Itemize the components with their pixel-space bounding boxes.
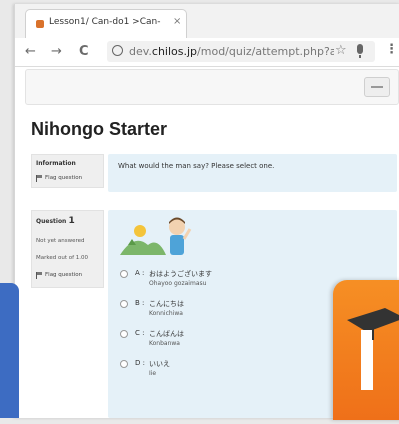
address-bar[interactable]: dev.chilos.jp/mod/quiz/attempt.php?at ☆	[107, 41, 375, 62]
radio-button[interactable]	[120, 270, 128, 278]
flag-question-link[interactable]: Flag question	[45, 272, 82, 278]
radio-button[interactable]	[120, 360, 128, 368]
flag-icon[interactable]	[36, 272, 42, 279]
question-number: 1	[68, 216, 75, 226]
answer-japanese: こんにちは	[149, 300, 184, 308]
mic-icon[interactable]	[357, 44, 363, 58]
answer-option-a[interactable]: A : おはようございます Ohayoo gozaimasu	[120, 268, 290, 292]
info-title: Information	[36, 160, 76, 167]
answer-japanese: おはようございます	[149, 270, 212, 278]
tab-title: Lesson1/ Can-do1 >Can-	[49, 17, 161, 27]
blue-side-panel	[0, 283, 19, 418]
info-icon[interactable]	[112, 45, 123, 56]
url-text: dev.chilos.jp/mod/quiz/attempt.php?at	[129, 45, 334, 58]
nav-toggle-button[interactable]	[364, 77, 390, 97]
url-path: /mod/quiz/attempt.php?at	[197, 45, 334, 58]
favicon-icon	[36, 20, 44, 28]
question-word: Question	[36, 218, 67, 225]
answer-letter: B :	[135, 299, 145, 307]
answer-letter: C :	[135, 329, 145, 337]
site-navbar	[25, 69, 399, 105]
url-prefix: dev.	[129, 45, 152, 58]
tab-close-icon[interactable]: ×	[173, 16, 181, 27]
answer-option-c[interactable]: C : こんばんは Konbanwa	[120, 328, 290, 352]
answer-romaji: Iie	[149, 370, 157, 377]
question-status: Not yet answered	[36, 238, 85, 244]
flag-icon[interactable]	[36, 175, 42, 182]
menu-icon[interactable]: ⋮	[385, 42, 398, 57]
greeting-illustration	[120, 217, 192, 255]
reload-icon[interactable]: C	[79, 44, 89, 59]
answer-option-d[interactable]: D : いいえ Iie	[120, 358, 290, 382]
answer-romaji: Ohayoo gozaimasu	[149, 280, 207, 287]
back-icon[interactable]: ←	[25, 44, 36, 59]
info-content: What would the man say? Please select on…	[108, 154, 397, 192]
question-label: Question 1	[36, 216, 75, 226]
radio-button[interactable]	[120, 300, 128, 308]
forward-icon[interactable]: →	[51, 44, 62, 59]
star-icon[interactable]: ☆	[335, 43, 347, 58]
answer-romaji: Konbanwa	[149, 340, 180, 347]
mortarboard-icon	[347, 308, 399, 390]
info-sidebar: Information Flag question	[31, 154, 104, 188]
answer-romaji: Konnichiwa	[149, 310, 183, 317]
browser-tab[interactable]: Lesson1/ Can-do1 >Can- ×	[25, 9, 187, 39]
question-prompt: What would the man say? Please select on…	[118, 162, 275, 170]
answer-japanese: こんばんは	[149, 330, 184, 338]
tab-strip: Lesson1/ Can-do1 >Can- ×	[15, 4, 399, 39]
flag-question-link[interactable]: Flag question	[45, 175, 82, 181]
moodle-logo	[333, 280, 399, 420]
question-sidebar: Question 1 Not yet answered Marked out o…	[31, 210, 104, 288]
radio-button[interactable]	[120, 330, 128, 338]
answer-japanese: いいえ	[149, 360, 170, 368]
answer-option-b[interactable]: B : こんにちは Konnichiwa	[120, 298, 290, 322]
url-domain: chilos.jp	[151, 45, 198, 58]
page-title: Nihongo Starter	[31, 119, 168, 139]
question-marks: Marked out of 1.00	[36, 255, 89, 261]
browser-toolbar: ← → C dev.chilos.jp/mod/quiz/attempt.php…	[15, 38, 399, 67]
answer-letter: A :	[135, 269, 145, 277]
answer-letter: D :	[135, 359, 145, 367]
